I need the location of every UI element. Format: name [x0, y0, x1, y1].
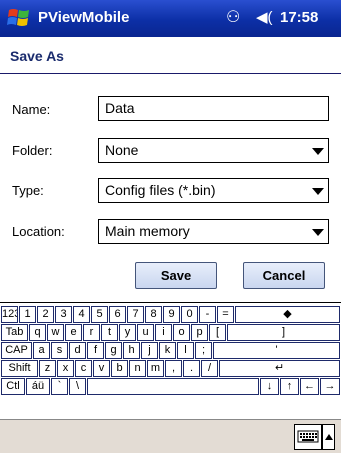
key-minus[interactable]: -: [199, 306, 216, 323]
soft-keyboard: 123 1 2 3 4 5 6 7 8 9 0 - = ◆ Tab q w e …: [0, 302, 341, 419]
key-2[interactable]: 2: [37, 306, 54, 323]
key-f[interactable]: f: [87, 342, 104, 359]
key-8[interactable]: 8: [145, 306, 162, 323]
clock[interactable]: 17:58: [280, 9, 318, 26]
key-accents[interactable]: áü: [26, 378, 50, 395]
key-t[interactable]: t: [101, 324, 118, 341]
app-title: PViewMobile: [38, 9, 130, 26]
key-w[interactable]: w: [47, 324, 64, 341]
key-backtick[interactable]: `: [51, 378, 68, 395]
key-caps[interactable]: CAP: [1, 342, 32, 359]
key-a[interactable]: a: [33, 342, 50, 359]
keyboard-glyph: [297, 430, 319, 443]
key-arrow-down[interactable]: ↓: [260, 378, 279, 395]
key-comma[interactable]: ,: [165, 360, 182, 377]
key-period[interactable]: .: [183, 360, 200, 377]
volume-icon[interactable]: ◀(: [256, 8, 273, 26]
key-semicolon[interactable]: ;: [195, 342, 212, 359]
key-0[interactable]: 0: [181, 306, 198, 323]
name-label: Name:: [12, 102, 51, 117]
key-h[interactable]: h: [123, 342, 140, 359]
key-equals[interactable]: =: [217, 306, 234, 323]
key-slash[interactable]: /: [201, 360, 218, 377]
key-shift[interactable]: Shift: [1, 360, 38, 377]
key-backslash[interactable]: \: [69, 378, 86, 395]
key-right-bracket[interactable]: ]: [227, 324, 340, 341]
dialog-header: Save As: [0, 37, 341, 74]
chevron-down-icon[interactable]: [312, 188, 324, 195]
type-value: Config files (*.bin): [105, 182, 216, 198]
key-b[interactable]: b: [111, 360, 128, 377]
key-v[interactable]: v: [93, 360, 110, 377]
key-6[interactable]: 6: [109, 306, 126, 323]
key-m[interactable]: m: [147, 360, 164, 377]
key-z[interactable]: z: [39, 360, 56, 377]
key-9[interactable]: 9: [163, 306, 180, 323]
folder-select[interactable]: None: [98, 138, 329, 163]
keyboard-icon[interactable]: [294, 424, 322, 450]
chevron-down-icon[interactable]: [312, 229, 324, 236]
type-label: Type:: [12, 183, 44, 198]
key-u[interactable]: u: [137, 324, 154, 341]
key-q[interactable]: q: [29, 324, 46, 341]
key-l[interactable]: l: [177, 342, 194, 359]
name-field[interactable]: Data: [98, 96, 329, 121]
key-s[interactable]: s: [51, 342, 68, 359]
key-x[interactable]: x: [57, 360, 74, 377]
key-o[interactable]: o: [173, 324, 190, 341]
menu-bar: [0, 419, 341, 453]
key-space[interactable]: [87, 378, 259, 395]
key-enter[interactable]: ↵: [219, 360, 340, 377]
key-1[interactable]: 1: [19, 306, 36, 323]
key-123[interactable]: 123: [1, 306, 18, 323]
location-label: Location:: [12, 224, 65, 239]
windows-flag-icon[interactable]: [6, 6, 32, 31]
key-y[interactable]: y: [119, 324, 136, 341]
cancel-button[interactable]: Cancel: [243, 262, 325, 289]
location-value: Main memory: [105, 223, 190, 239]
key-j[interactable]: j: [141, 342, 158, 359]
folder-value: None: [105, 142, 139, 158]
key-p[interactable]: p: [191, 324, 208, 341]
chevron-down-icon[interactable]: [312, 148, 324, 155]
key-4[interactable]: 4: [73, 306, 90, 323]
location-select[interactable]: Main memory: [98, 219, 329, 244]
key-backspace[interactable]: ◆: [235, 306, 340, 323]
key-left-bracket[interactable]: [: [209, 324, 226, 341]
key-quote[interactable]: ': [213, 342, 340, 359]
key-r[interactable]: r: [83, 324, 100, 341]
key-3[interactable]: 3: [55, 306, 72, 323]
key-tab[interactable]: Tab: [1, 324, 28, 341]
connectivity-icon[interactable]: ⚇: [226, 7, 240, 27]
dialog-title: Save As: [10, 48, 64, 64]
key-7[interactable]: 7: [127, 306, 144, 323]
key-k[interactable]: k: [159, 342, 176, 359]
key-arrow-left[interactable]: ←: [300, 378, 319, 395]
key-5[interactable]: 5: [91, 306, 108, 323]
key-ctrl[interactable]: Ctl: [1, 378, 25, 395]
key-d[interactable]: d: [69, 342, 86, 359]
name-value: Data: [105, 100, 135, 116]
title-bar: PViewMobile ⚇ ◀( 17:58: [0, 0, 341, 37]
key-arrow-up[interactable]: ↑: [280, 378, 299, 395]
key-arrow-right[interactable]: →: [320, 378, 340, 395]
chevron-up-icon[interactable]: [322, 424, 335, 450]
key-e[interactable]: e: [65, 324, 82, 341]
type-select[interactable]: Config files (*.bin): [98, 178, 329, 203]
folder-label: Folder:: [12, 143, 53, 158]
key-c[interactable]: c: [75, 360, 92, 377]
key-i[interactable]: i: [155, 324, 172, 341]
save-button[interactable]: Save: [135, 262, 217, 289]
key-g[interactable]: g: [105, 342, 122, 359]
key-n[interactable]: n: [129, 360, 146, 377]
